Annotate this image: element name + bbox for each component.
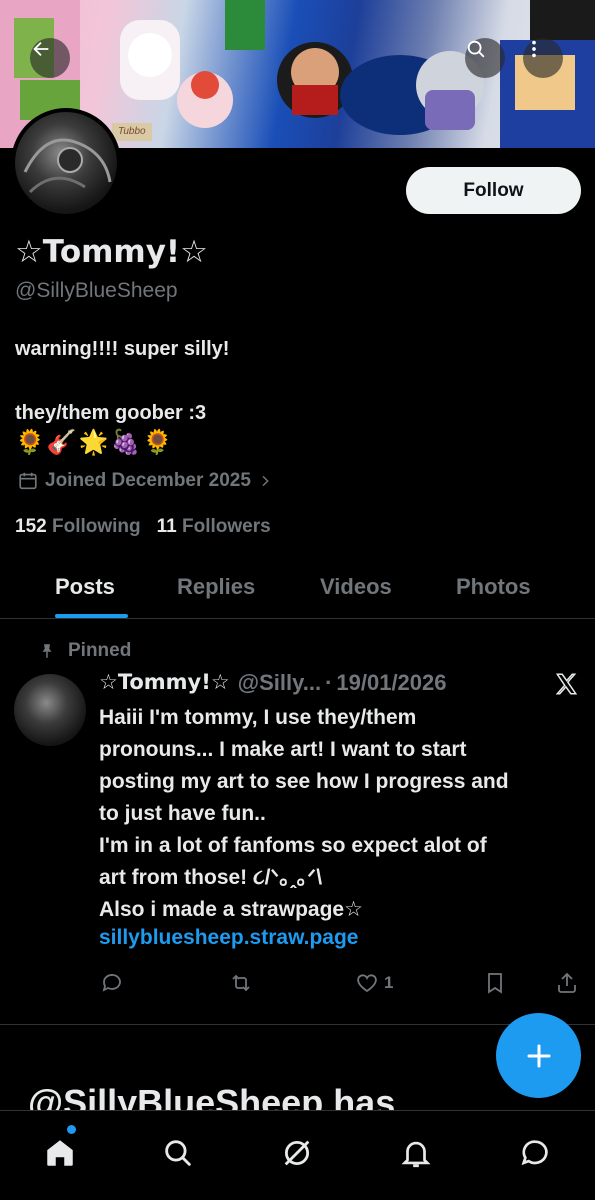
pin-icon xyxy=(42,644,52,658)
nav-grok[interactable] xyxy=(277,1133,317,1173)
following-stat[interactable]: 152 Following xyxy=(15,516,141,538)
followers-label: Followers xyxy=(182,516,271,537)
reply-icon xyxy=(102,974,121,992)
nav-notifications[interactable] xyxy=(396,1133,436,1173)
x-logo-icon[interactable] xyxy=(553,671,579,702)
post-author-handle[interactable]: @Silly... xyxy=(238,670,321,696)
bookmark-icon xyxy=(488,973,502,994)
repost-icon xyxy=(232,974,250,992)
repost-button[interactable] xyxy=(228,970,254,996)
banner-tubbo-text: Tubbo xyxy=(118,126,146,137)
post-author-name[interactable]: ☆Tommy!☆ xyxy=(99,670,230,696)
bookmark-button[interactable] xyxy=(483,970,507,996)
tab-videos[interactable]: Videos xyxy=(320,574,392,600)
search-icon xyxy=(467,40,485,58)
like-icon xyxy=(357,974,377,993)
avatar-artwork xyxy=(23,138,112,194)
arrow-left-icon xyxy=(33,41,49,57)
home-icon xyxy=(47,1140,73,1166)
nav-search[interactable] xyxy=(158,1133,198,1173)
profile-tabs: Posts Replies Videos Photos xyxy=(0,562,595,619)
like-button[interactable]: 1 xyxy=(354,970,393,996)
reply-button[interactable] xyxy=(100,970,124,996)
plus-icon xyxy=(527,1044,550,1067)
more-options-button[interactable] xyxy=(523,38,563,78)
search-icon xyxy=(165,1140,191,1166)
more-vertical-icon xyxy=(532,40,536,58)
grok-icon xyxy=(284,1140,310,1166)
followers-stat[interactable]: 11 Followers xyxy=(157,516,271,538)
post-date[interactable]: 19/01/2026 xyxy=(336,670,446,696)
tab-posts[interactable]: Posts xyxy=(55,574,115,600)
search-button[interactable] xyxy=(465,38,505,78)
joined-label: Joined December 2025 xyxy=(45,470,251,491)
profile-bio: warning!!!! super silly! they/them goobe… xyxy=(15,338,230,424)
bottom-navigation xyxy=(0,1110,595,1200)
notifications-icon xyxy=(401,1141,431,1168)
followers-count: 11 xyxy=(156,516,177,537)
profile-display-name: ☆Tommy!☆ xyxy=(15,234,208,270)
tab-photos[interactable]: Photos xyxy=(456,574,531,600)
post-author-avatar[interactable] xyxy=(14,674,86,746)
profile-avatar[interactable] xyxy=(11,108,121,218)
follow-button[interactable]: Follow xyxy=(406,167,581,214)
profile-bio-emoji: 🌻🎸🌟🍇🌻 xyxy=(15,428,175,456)
nav-home[interactable] xyxy=(40,1133,80,1173)
compose-post-button[interactable] xyxy=(496,1013,581,1098)
home-unread-dot xyxy=(67,1125,76,1134)
profile-handle: @SillyBlueSheep xyxy=(15,279,178,302)
share-icon xyxy=(558,972,576,993)
following-label: Following xyxy=(51,516,141,537)
calendar-icon xyxy=(19,472,37,490)
share-button[interactable] xyxy=(555,970,579,996)
back-button[interactable] xyxy=(30,38,70,78)
messages-icon xyxy=(521,1140,548,1166)
following-count: 152 xyxy=(15,516,47,537)
joined-date[interactable]: Joined December 2025 xyxy=(17,470,273,492)
follow-stats: 152 Following 11 Followers xyxy=(15,516,271,538)
chevron-right-icon xyxy=(262,475,269,487)
post-header: ☆Tommy!☆ @Silly... · 19/01/2026 xyxy=(99,670,447,696)
tab-replies[interactable]: Replies xyxy=(177,574,255,600)
post-text: Haiii I'm tommy, I use they/them pronoun… xyxy=(99,706,509,921)
post-divider xyxy=(0,1024,595,1025)
active-tab-indicator xyxy=(55,614,128,618)
post-separator: · xyxy=(325,670,333,695)
post-link[interactable]: sillybluesheep.straw.page xyxy=(99,926,359,950)
nav-messages[interactable] xyxy=(515,1133,555,1173)
pinned-label: Pinned xyxy=(68,640,132,661)
like-count: 1 xyxy=(384,973,394,992)
pinned-indicator: Pinned xyxy=(42,640,132,662)
